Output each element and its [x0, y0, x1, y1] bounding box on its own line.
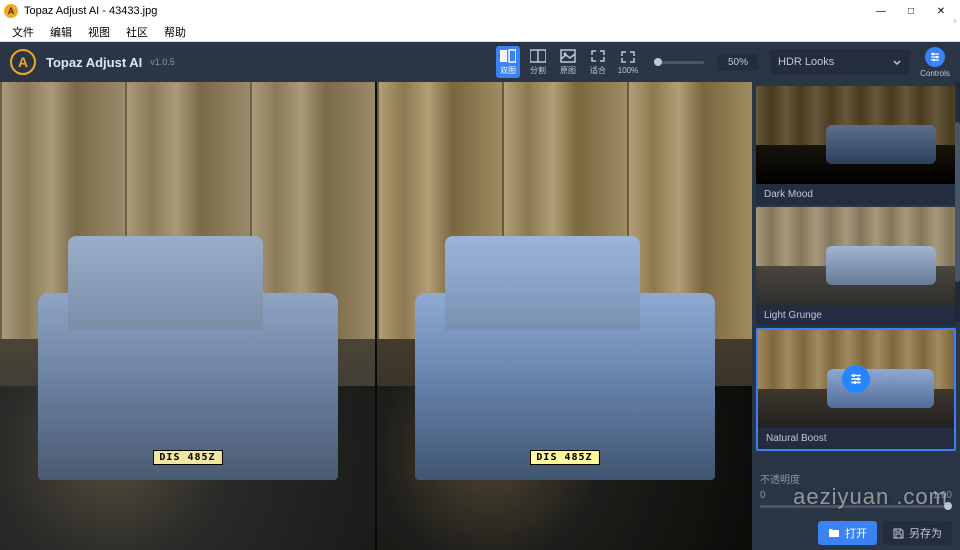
menu-community[interactable]: 社区 [118, 24, 156, 40]
view-mode-split-button[interactable]: 分割 [526, 46, 550, 78]
sliders-icon [925, 47, 945, 67]
window-maximize-button[interactable]: □ [896, 1, 926, 21]
open-button[interactable]: 打开 [818, 521, 877, 545]
menubar: 文件 编辑 视图 社区 帮助 [0, 22, 960, 42]
menu-file[interactable]: 文件 [4, 24, 42, 40]
original-view-icon [560, 49, 576, 63]
controls-toggle-button[interactable]: Controls [920, 47, 950, 78]
image-original-pane: DIS 485Z [0, 82, 375, 550]
presets-list: Dark Mood Light Grunge Natural Boost [752, 82, 960, 465]
preset-label: Dark Mood [756, 184, 956, 205]
window-minimize-button[interactable]: — [866, 1, 896, 21]
zoom-percent[interactable]: 50% [718, 54, 758, 71]
zoom-slider[interactable] [654, 61, 704, 64]
opacity-max: 1.00 [933, 490, 952, 501]
view-mode-100-button[interactable]: 100% [616, 46, 640, 78]
opacity-min: 0 [760, 490, 766, 501]
app-name: Topaz Adjust AI [46, 55, 142, 70]
chevron-right-icon [952, 18, 958, 24]
opacity-label: 不透明度 [760, 471, 800, 486]
menu-view[interactable]: 视图 [80, 24, 118, 40]
preset-natural-boost[interactable]: Natural Boost [756, 328, 956, 451]
view-mode-label: 适合 [590, 65, 606, 76]
app-logo: A [10, 49, 36, 75]
license-plate: DIS 485Z [529, 450, 599, 465]
menu-help[interactable]: 帮助 [156, 24, 194, 40]
split-view-icon [530, 49, 546, 63]
preset-label: Light Grunge [756, 305, 956, 326]
window-title: Topaz Adjust AI - 43433.jpg [24, 5, 866, 17]
preset-light-grunge[interactable]: Light Grunge [756, 207, 956, 326]
preset-thumbnail [756, 86, 956, 184]
view-tools: 双图 分割 原图 适合 100% 50% [496, 46, 770, 78]
presets-sidebar: Dark Mood Light Grunge Natural Boost [752, 82, 960, 550]
window-titlebar: A Topaz Adjust AI - 43433.jpg — □ ✕ [0, 0, 960, 22]
fit-icon [590, 49, 606, 63]
hundred-icon [620, 50, 636, 64]
app-header: A Topaz Adjust AI v1.0.5 双图 分割 原图 适合 [0, 42, 960, 82]
image-viewer[interactable]: DIS 485Z DIS 485Z [0, 82, 752, 550]
presets-scrollbar[interactable] [955, 82, 960, 322]
save-as-button[interactable]: 另存为 [883, 521, 952, 545]
view-mode-label: 双图 [500, 65, 516, 76]
hdr-dropdown-label: HDR Looks [778, 56, 834, 68]
hdr-looks-dropdown[interactable]: HDR Looks [770, 49, 910, 75]
image-processed-pane: DIS 485Z [377, 82, 752, 550]
scrollbar-thumb[interactable] [955, 122, 960, 282]
preset-dark-mood[interactable]: Dark Mood [756, 86, 956, 205]
folder-icon [828, 528, 840, 538]
preset-thumbnail [756, 207, 956, 305]
license-plate: DIS 485Z [152, 450, 222, 465]
view-mode-original-button[interactable]: 原图 [556, 46, 580, 78]
sliders-icon [842, 365, 870, 393]
opacity-slider[interactable] [760, 505, 952, 508]
preset-thumbnail [758, 330, 954, 428]
save-icon [893, 528, 904, 539]
view-mode-dual-button[interactable]: 双图 [496, 46, 520, 78]
app-body: DIS 485Z DIS 485Z Dark Mood Light Grunge [0, 82, 960, 550]
open-label: 打开 [845, 525, 867, 541]
opacity-range-labels: 0 1.00 [752, 490, 960, 505]
view-mode-label: 原图 [560, 65, 576, 76]
view-mode-fit-button[interactable]: 适合 [586, 46, 610, 78]
chevron-down-icon [892, 57, 902, 67]
menu-edit[interactable]: 编辑 [42, 24, 80, 40]
view-mode-label: 分割 [530, 65, 546, 76]
controls-label: Controls [920, 69, 950, 78]
app-icon: A [4, 4, 18, 18]
save-as-label: 另存为 [909, 525, 942, 541]
app-root: A Topaz Adjust AI v1.0.5 双图 分割 原图 适合 [0, 42, 960, 550]
app-version: v1.0.5 [150, 57, 175, 67]
dual-view-icon [500, 49, 516, 63]
view-mode-label: 100% [618, 66, 638, 75]
opacity-row: 不透明度 [752, 465, 960, 490]
sidebar-footer: 打开 另存为 [752, 516, 960, 550]
preset-label: Natural Boost [758, 428, 954, 449]
